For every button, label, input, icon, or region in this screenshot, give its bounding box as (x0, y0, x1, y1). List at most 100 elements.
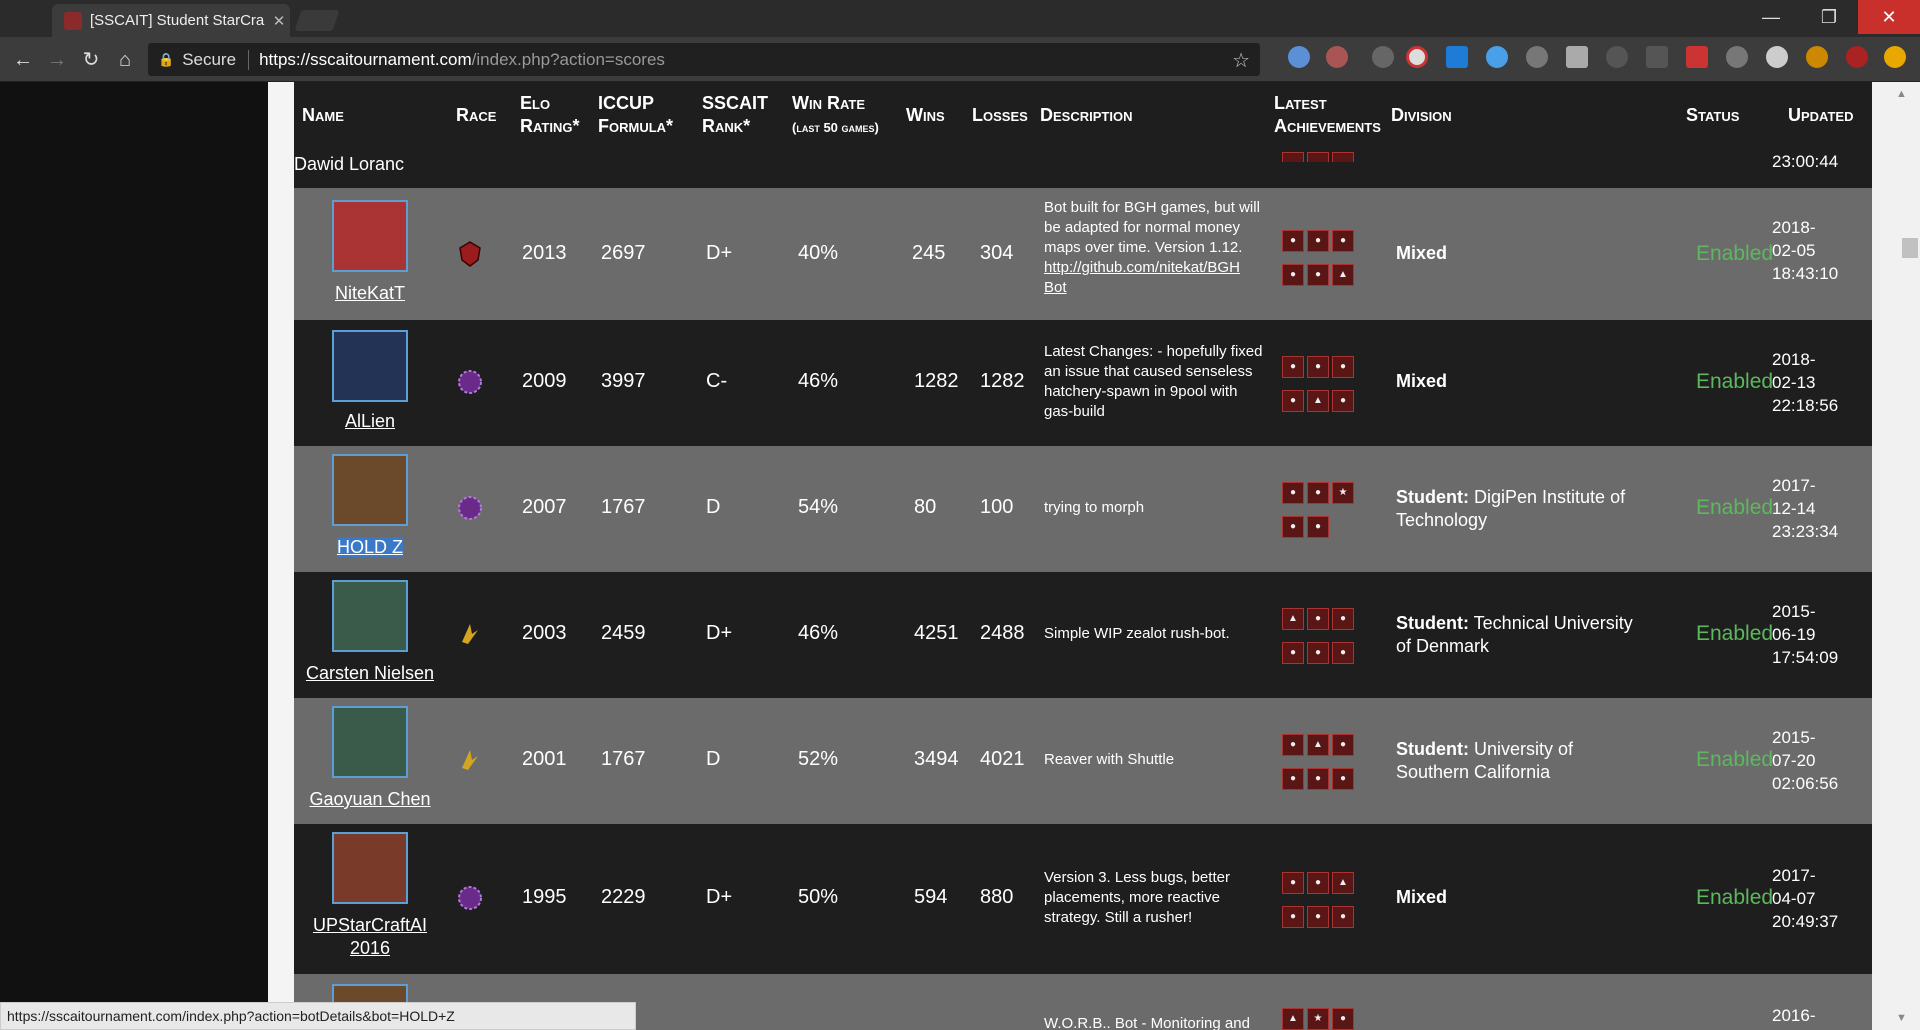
extension-icon[interactable] (1486, 46, 1508, 68)
forward-icon[interactable]: → (44, 47, 70, 73)
home-icon[interactable]: ⌂ (112, 47, 138, 73)
achievement-icon: ● (1332, 230, 1354, 252)
header-iccup[interactable]: ICCUP Formula* (598, 92, 673, 138)
extension-icon[interactable] (1288, 46, 1310, 68)
achievement-icons: ● ▲ ●● ● ● (1282, 730, 1368, 798)
extension-icon[interactable] (1686, 46, 1708, 68)
header-elo[interactable]: Elo Rating* (520, 92, 579, 138)
url-path: /index.php?action=scores (471, 49, 665, 69)
extension-icon[interactable] (1566, 46, 1588, 68)
extension-icon[interactable] (1884, 46, 1906, 68)
achievement-icon: ● (1332, 390, 1354, 412)
sscait-rank: D+ (706, 886, 733, 908)
extension-icon[interactable] (1766, 46, 1788, 68)
header-status[interactable]: Status (1686, 104, 1739, 127)
close-tab-icon[interactable]: ✕ (268, 12, 290, 30)
link-status-bar: https://sscaitournament.com/index.php?ac… (0, 1002, 636, 1030)
achievement-icon: ● (1307, 906, 1329, 928)
extension-icon[interactable] (1646, 46, 1668, 68)
bot-avatar[interactable] (332, 706, 408, 778)
back-icon[interactable]: ← (10, 47, 36, 73)
description: Bot built for BGH games, but will be ada… (1044, 198, 1266, 298)
updated-time: 2015- 07-20 02:06:56 (1772, 728, 1839, 793)
updated-time: 2018- 02-05 18:43:10 (1772, 218, 1839, 283)
bot-avatar[interactable] (332, 832, 408, 904)
scrollbar-thumb[interactable] (1902, 238, 1918, 258)
division: Student: University of Southern Californ… (1396, 739, 1574, 782)
zerg-race-icon (458, 886, 482, 910)
losses: 304 (980, 242, 1014, 264)
bookmark-star-icon[interactable]: ☆ (1232, 48, 1250, 73)
scroll-down-icon[interactable]: ▼ (1896, 1012, 1907, 1024)
updated-time: 2018- 02-13 22:18:56 (1772, 350, 1839, 415)
extension-icon[interactable] (1526, 46, 1548, 68)
extension-icon[interactable] (1406, 46, 1428, 68)
description: Latest Changes: - hopefully fixed an iss… (1044, 343, 1263, 420)
header-division[interactable]: Division (1391, 104, 1452, 127)
vertical-scrollbar[interactable] (1872, 82, 1920, 1030)
extension-icon[interactable] (1326, 46, 1348, 68)
bot-avatar[interactable] (332, 330, 408, 402)
extension-icon[interactable] (1726, 46, 1748, 68)
extension-icon[interactable] (1606, 46, 1628, 68)
header-updated[interactable]: Updated (1788, 104, 1853, 127)
page-content: Name Race Elo Rating* ICCUP Formula* SSCAI… (0, 82, 1920, 1030)
elo-rating: 2003 (522, 622, 567, 644)
achievement-icon: ● (1332, 768, 1354, 790)
new-tab-button[interactable] (294, 10, 340, 31)
achievement-icon: ● (1307, 264, 1329, 286)
address-bar[interactable]: 🔒 Secure https://sscaitournament.com /in… (148, 43, 1260, 76)
achievement-icon: ● (1282, 768, 1304, 790)
header-losses[interactable]: Losses (972, 104, 1028, 127)
bot-avatar[interactable] (332, 200, 408, 272)
extension-icon[interactable] (1846, 46, 1868, 68)
iccup-formula: 2229 (601, 886, 646, 908)
bot-name-link[interactable]: AlLien (294, 410, 446, 433)
losses: 880 (980, 886, 1014, 908)
header-name[interactable]: Name (302, 104, 344, 127)
elo-rating: 2009 (522, 370, 567, 392)
browser-tab[interactable]: [SSCAIT] Student StarCra ✕ (52, 4, 290, 37)
description-link[interactable]: http://github.com/nitekat/BGH Bot (1044, 258, 1266, 298)
extension-icon[interactable] (1372, 46, 1394, 68)
achievement-icon: ★ (1332, 482, 1354, 504)
bot-name-link[interactable]: HOLD Z (294, 536, 446, 559)
bot-name-link[interactable]: Carsten Nielsen (294, 662, 446, 685)
achievement-icon: ▲ (1332, 872, 1354, 894)
bot-name-link[interactable]: UPStarCraftAI 2016 (294, 914, 446, 960)
win-rate: 46% (798, 622, 839, 644)
bot-name-link[interactable]: NiteKatT (294, 282, 446, 305)
achievement-icon: ▲ (1282, 608, 1304, 630)
achievement-icon: ● (1307, 872, 1329, 894)
bot-name-link[interactable]: Gaoyuan Chen (294, 788, 446, 811)
maximize-button[interactable]: ❐ (1800, 0, 1858, 34)
header-winrate[interactable]: Win Rate (last 50 games) (792, 92, 879, 139)
description: Version 3. Less bugs, better placements,… (1044, 869, 1230, 926)
minimize-button[interactable]: — (1742, 0, 1800, 34)
reload-icon[interactable]: ↻ (78, 47, 104, 73)
extension-icon[interactable] (1806, 46, 1828, 68)
achievement-icon: ● (1282, 734, 1304, 756)
achievement-icon: ● (1332, 906, 1354, 928)
header-rank[interactable]: SSCAIT Rank* (702, 92, 768, 138)
zerg-race-icon (458, 370, 482, 394)
sscait-rank: D (706, 496, 721, 518)
close-window-button[interactable]: ✕ (1858, 0, 1920, 34)
tab-title: [SSCAIT] Student StarCra (90, 12, 265, 29)
updated-time: 2017- 12-14 23:23:34 (1772, 476, 1839, 541)
header-race[interactable]: Race (456, 104, 496, 127)
description: Reaver with Shuttle (1044, 751, 1175, 768)
sscait-rank: D+ (706, 622, 733, 644)
bot-name-link[interactable]: Dawid Loranc (294, 154, 1872, 175)
achievement-icons: ▲ ★ ● (1282, 1004, 1368, 1030)
division: Mixed (1396, 243, 1448, 263)
bot-avatar[interactable] (332, 454, 408, 526)
achievement-icon: ▲ (1307, 734, 1329, 756)
header-wins[interactable]: Wins (906, 104, 945, 127)
achievement-icon: ▲ (1332, 264, 1354, 286)
scroll-up-icon[interactable]: ▲ (1896, 88, 1907, 100)
achievement-icons: ● ● ★● ● (1282, 478, 1368, 546)
bot-avatar[interactable] (332, 580, 408, 652)
extension-icon[interactable] (1446, 46, 1468, 68)
description: Simple WIP zealot rush-bot. (1044, 625, 1230, 642)
